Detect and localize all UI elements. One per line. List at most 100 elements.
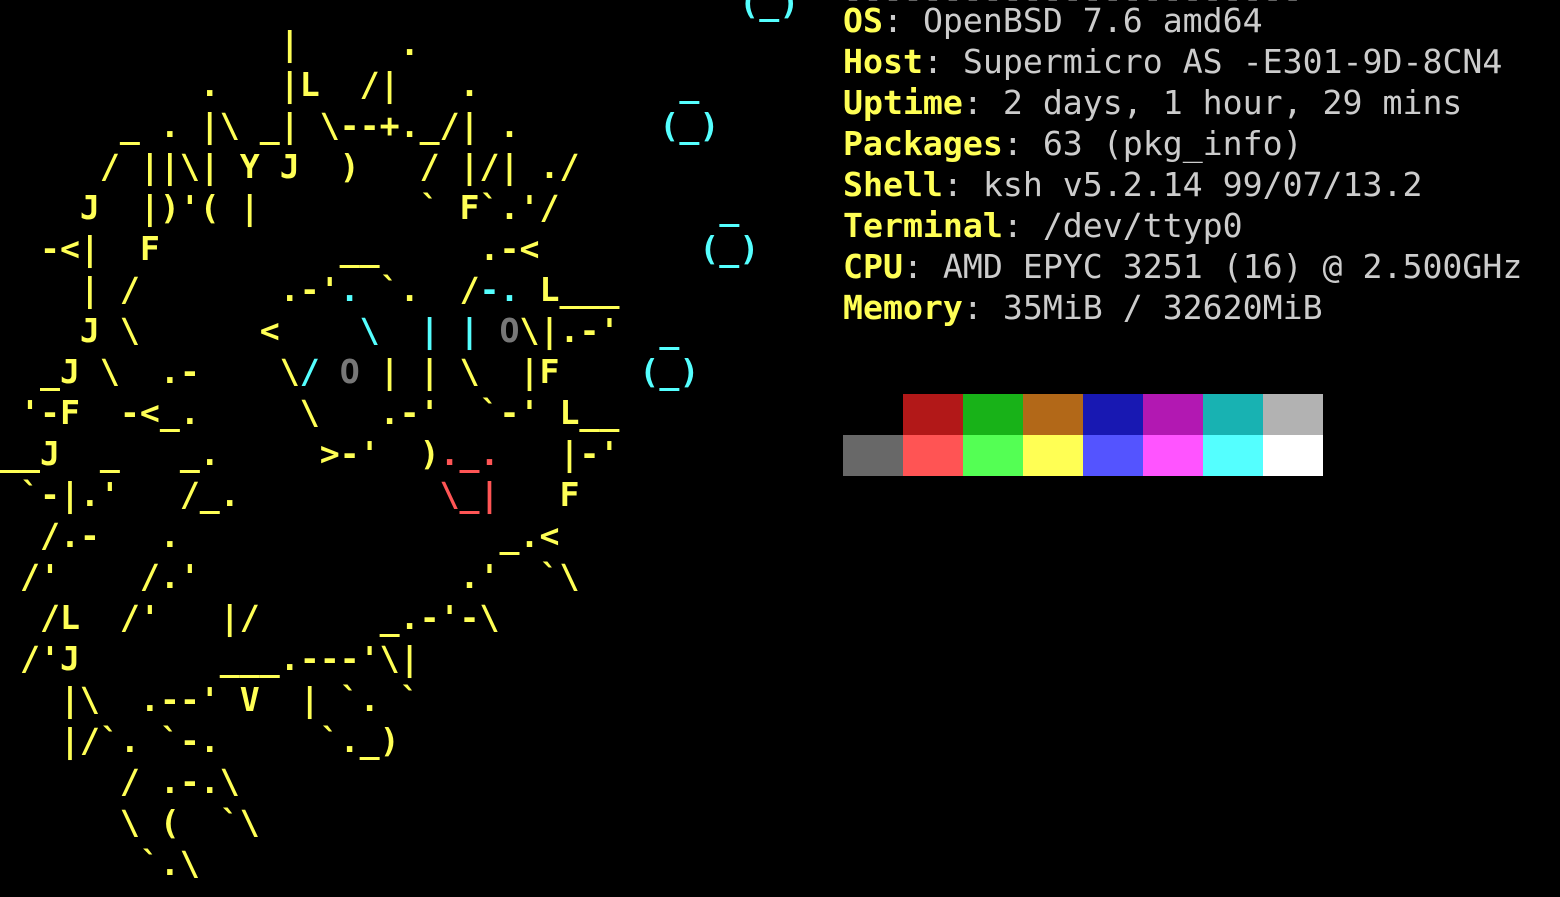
ascii-line: /' /.' .' `\: [0, 557, 579, 596]
ascii-segment: | / .-': [0, 270, 340, 309]
info-value: ksh v5.2.14 99/07/13.2: [982, 165, 1423, 204]
color-swatch-normal-6: [1203, 394, 1263, 435]
info-colon: :: [922, 42, 963, 81]
info-value: 2 days, 1 hour, 29 mins: [1002, 83, 1463, 122]
info-row-cpu: CPU: AMD EPYC 3251 (16) @ 2.500GHz: [843, 246, 1522, 287]
ascii-line: | .: [0, 24, 420, 63]
info-row-os: OS: OpenBSD 7.6 amd64: [843, 0, 1522, 41]
color-swatch-normal-0: [843, 394, 903, 435]
ascii-segment: -.: [479, 270, 540, 309]
ascii-segment: J |)'( | ` F`.'/: [0, 188, 720, 227]
ascii-segment: O: [339, 352, 360, 391]
ascii-segment: \ ( `\: [0, 803, 260, 842]
info-colon: :: [882, 1, 923, 40]
ascii-segment: |\ .--' V | `. `: [0, 680, 420, 719]
ascii-segment: _: [719, 188, 740, 227]
color-swatch-normal-1: [903, 394, 963, 435]
info-key: Uptime: [843, 83, 963, 122]
color-palette: [843, 394, 1323, 476]
ascii-line: / .-.\: [0, 762, 240, 801]
ascii-segment: (_): [739, 0, 800, 22]
ascii-line: /'J ___.---'\|: [0, 639, 420, 678]
info-key: Packages: [843, 124, 1003, 163]
ascii-segment: | | \ |F: [359, 352, 640, 391]
ascii-line: J |)'( | ` F`.'/ _: [0, 188, 739, 227]
ascii-segment: F: [499, 475, 580, 514]
ascii-segment: \ | |: [359, 311, 500, 350]
info-key: Shell: [843, 165, 943, 204]
ascii-segment: [0, 0, 739, 22]
info-key: Terminal: [843, 206, 1003, 245]
color-swatch-normal-5: [1143, 394, 1203, 435]
info-value: 35MiB / 32620MiB: [1002, 288, 1323, 327]
ascii-segment: / .-.\: [0, 762, 240, 801]
ascii-segment: /L /' |/ _.-'-\: [0, 598, 500, 637]
ascii-segment: `. /: [379, 270, 480, 309]
ascii-segment: /'J ___.---'\|: [0, 639, 420, 678]
ascii-line: | / .-'. `. /-. L___: [0, 270, 620, 309]
info-value: OpenBSD 7.6 amd64: [922, 1, 1263, 40]
info-colon: :: [902, 247, 943, 286]
ascii-segment: | .: [0, 24, 420, 63]
color-swatch-bright-3: [1023, 435, 1083, 476]
ascii-segment: -<| F __ .-<: [0, 229, 700, 268]
ascii-line: _ . |\ _| \--+._/| . (_): [0, 106, 719, 145]
ascii-segment: __J _ _. >-' ): [0, 434, 440, 473]
ascii-line: _J \ .- \/ O | | \ |F (_): [0, 352, 699, 391]
ascii-segment: _: [659, 311, 680, 350]
ascii-line: |\ .--' V | `. `: [0, 680, 420, 719]
ascii-segment: \|.-': [519, 311, 660, 350]
color-swatch-bright-2: [963, 435, 1023, 476]
info-colon: :: [962, 83, 1003, 122]
ascii-segment: /' /.' .' `\: [0, 557, 580, 596]
system-info: OS: OpenBSD 7.6 amd64 Host: Supermicro AS…: [843, 0, 1522, 328]
info-row-packages: Packages: 63 (pkg_info): [843, 123, 1522, 164]
info-key: OS: [843, 1, 883, 40]
color-swatch-normal-4: [1083, 394, 1143, 435]
terminal-window[interactable]: (_) | . . |L /| . _ _ . |\ _| \--+._/| .…: [0, 0, 1560, 897]
info-value: /dev/ttyp0: [1042, 206, 1243, 245]
color-swatch-bright-7: [1263, 435, 1323, 476]
info-key: Memory: [843, 288, 963, 327]
info-row-terminal: Terminal: /dev/ttyp0: [843, 205, 1522, 246]
color-swatch-bright-5: [1143, 435, 1203, 476]
ascii-line: /L /' |/ _.-'-\: [0, 598, 500, 637]
ascii-segment: |-': [499, 434, 620, 473]
info-row-uptime: Uptime: 2 days, 1 hour, 29 mins: [843, 82, 1522, 123]
color-swatch-bright-6: [1203, 435, 1263, 476]
ascii-segment: .: [339, 270, 380, 309]
ascii-line: `.\: [0, 844, 200, 883]
ascii-segment: J \ <: [0, 311, 360, 350]
ascii-line: -<| F __ .-< (_): [0, 229, 759, 268]
info-value: AMD EPYC 3251 (16) @ 2.500GHz: [942, 247, 1523, 286]
info-colon: :: [942, 165, 983, 204]
ascii-segment: (_): [659, 106, 720, 145]
ascii-segment: (_): [699, 229, 760, 268]
ascii-line: / ||\| Y J ) / |/| ./: [0, 147, 580, 186]
info-row-memory: Memory: 35MiB / 32620MiB: [843, 287, 1522, 328]
ascii-segment: . |L /| .: [0, 65, 680, 104]
ascii-segment: ._.: [439, 434, 500, 473]
info-colon: :: [1002, 124, 1043, 163]
palette-row-bright: [843, 435, 1323, 476]
info-value: Supermicro AS -E301-9D-8CN4: [962, 42, 1503, 81]
ascii-line: \ ( `\: [0, 803, 260, 842]
color-swatch-normal-3: [1023, 394, 1083, 435]
ascii-segment: _J \ .- \: [0, 352, 300, 391]
info-key: CPU: [843, 247, 903, 286]
ascii-line: |/`. `-. `._): [0, 721, 400, 760]
info-row-host: Host: Supermicro AS -E301-9D-8CN4: [843, 41, 1522, 82]
ascii-line: `-|.' /_. \_| F: [0, 475, 580, 514]
ascii-segment: (_): [639, 352, 700, 391]
ascii-line: __J _ _. >-' )._. |-': [0, 434, 619, 473]
ascii-logo: (_) | . . |L /| . _ _ . |\ _| \--+._/| .…: [0, 0, 799, 884]
ascii-segment: _ . |\ _| \--+._/| .: [0, 106, 660, 145]
ascii-segment: |/`. `-. `._): [0, 721, 400, 760]
ascii-segment: '-F -<_. \ .-' `-' L__: [0, 393, 620, 432]
ascii-segment: `.\: [0, 844, 200, 883]
ascii-segment: / ||\| Y J ) / |/| ./: [0, 147, 580, 186]
ascii-segment: \_|: [439, 475, 500, 514]
info-value: 63 (pkg_info): [1042, 124, 1303, 163]
color-swatch-bright-0: [843, 435, 903, 476]
ascii-line: '-F -<_. \ .-' `-' L__: [0, 393, 619, 432]
